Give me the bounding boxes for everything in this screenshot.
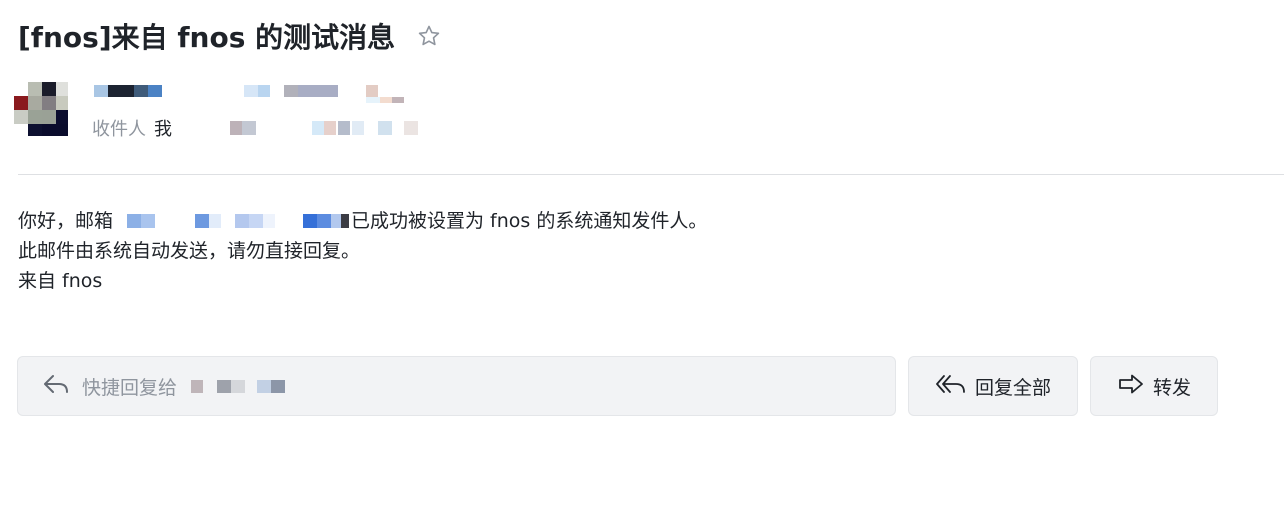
reply-all-button[interactable]: 回复全部 [908, 356, 1078, 416]
quick-reply-box[interactable]: 快捷回复给 [17, 356, 896, 416]
subject-row: [fnos]来自 fnos 的测试消息 [18, 16, 443, 56]
body-line-1-suffix: 已成功被设置为 fnos 的系统通知发件人。 [351, 210, 708, 232]
body-line-3: 来自 fnos [18, 270, 103, 292]
header-divider [18, 174, 1284, 175]
reply-all-label: 回复全部 [974, 376, 1051, 399]
sender-name-redacted[interactable] [94, 82, 494, 103]
reply-all-arrow-icon [935, 373, 967, 400]
quick-reply-recipient-redacted [189, 378, 299, 394]
body-line-1: 你好，邮箱 已成功被设置为 fnos 的系统通知发件人。 [18, 206, 707, 236]
recipient-address-redacted [180, 120, 440, 136]
forward-arrow-icon [1117, 373, 1145, 400]
star-icon[interactable] [415, 22, 443, 50]
email-address-redacted [113, 213, 350, 229]
body-line-2: 此邮件由系统自动发送，请勿直接回复。 [18, 240, 361, 262]
sender-block: 收件人 我 [14, 80, 614, 140]
avatar[interactable] [14, 82, 68, 136]
recipient-me[interactable]: 我 [154, 115, 172, 141]
forward-button[interactable]: 转发 [1090, 356, 1218, 416]
recipient-label: 收件人 [92, 119, 146, 140]
body-line-1-prefix: 你好，邮箱 [18, 210, 114, 232]
quick-reply-label: 快捷回复给 [82, 376, 178, 399]
forward-label: 转发 [1152, 376, 1191, 399]
email-body: 你好，邮箱 已成功被设置为 fnos 的系统通知发件人。 此邮件由系统自动发送，… [18, 206, 707, 296]
email-subject: [fnos]来自 fnos 的测试消息 [18, 21, 396, 54]
recipient-row: 收件人 我 [92, 116, 440, 140]
reply-arrow-icon [42, 373, 70, 399]
